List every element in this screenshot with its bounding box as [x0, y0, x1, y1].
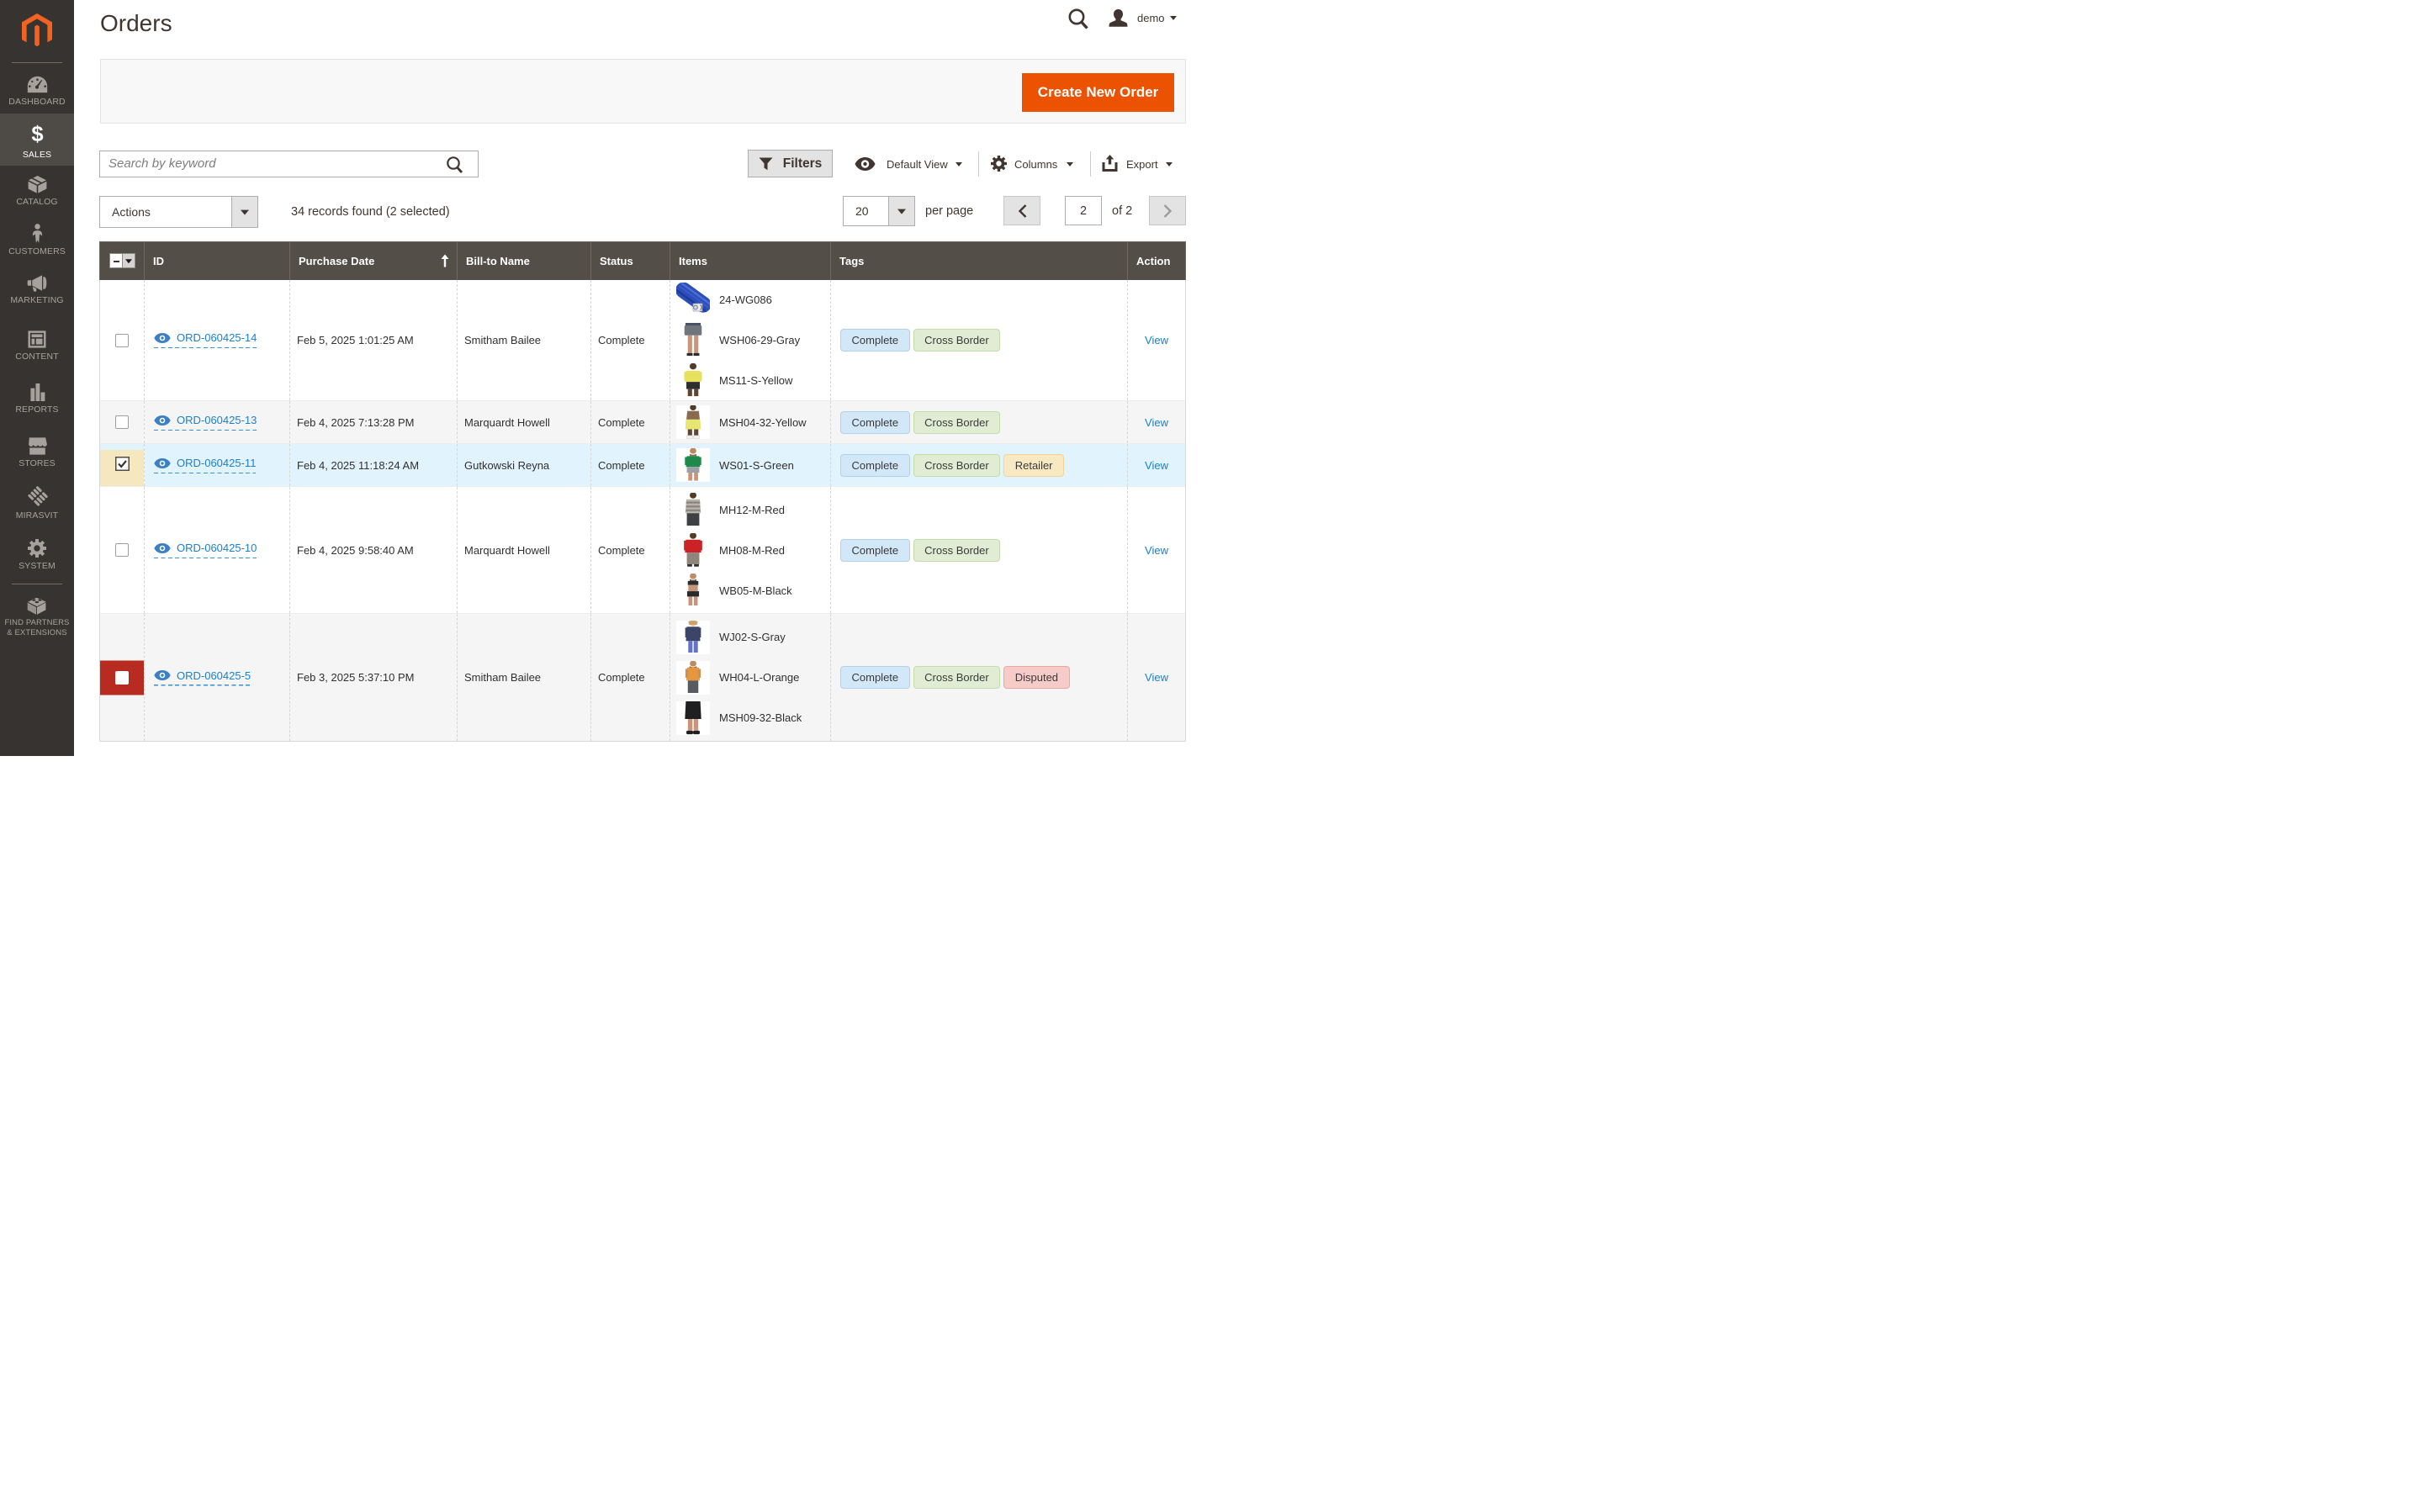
svg-text:$: $	[31, 123, 43, 146]
